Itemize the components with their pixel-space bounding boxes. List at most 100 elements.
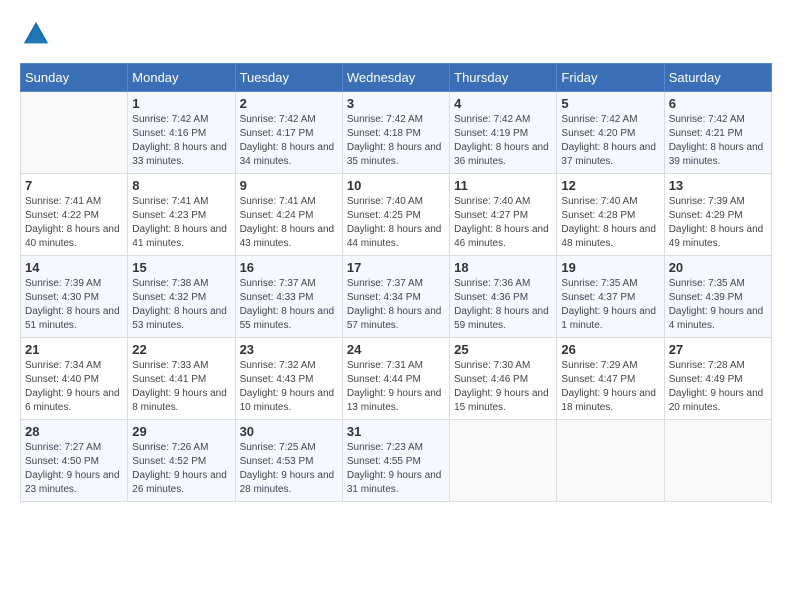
calendar-cell: 21 Sunrise: 7:34 AMSunset: 4:40 PMDaylig… (21, 338, 128, 420)
calendar-cell: 2 Sunrise: 7:42 AMSunset: 4:17 PMDayligh… (235, 92, 342, 174)
day-number: 3 (347, 96, 445, 111)
day-info: Sunrise: 7:38 AMSunset: 4:32 PMDaylight:… (132, 277, 230, 333)
day-info: Sunrise: 7:41 AMSunset: 4:22 PMDaylight:… (25, 195, 123, 251)
day-number: 8 (132, 178, 230, 193)
day-info: Sunrise: 7:40 AMSunset: 4:27 PMDaylight:… (454, 195, 552, 251)
calendar-cell: 18 Sunrise: 7:36 AMSunset: 4:36 PMDaylig… (450, 256, 557, 338)
calendar-cell: 20 Sunrise: 7:35 AMSunset: 4:39 PMDaylig… (664, 256, 771, 338)
calendar-week-row: 14 Sunrise: 7:39 AMSunset: 4:30 PMDaylig… (21, 256, 772, 338)
calendar-cell: 1 Sunrise: 7:42 AMSunset: 4:16 PMDayligh… (128, 92, 235, 174)
day-number: 19 (561, 260, 659, 275)
day-number: 25 (454, 342, 552, 357)
day-info: Sunrise: 7:35 AMSunset: 4:37 PMDaylight:… (561, 277, 659, 333)
calendar-week-row: 21 Sunrise: 7:34 AMSunset: 4:40 PMDaylig… (21, 338, 772, 420)
day-number: 24 (347, 342, 445, 357)
day-number: 23 (240, 342, 338, 357)
day-info: Sunrise: 7:23 AMSunset: 4:55 PMDaylight:… (347, 441, 445, 497)
calendar-cell: 22 Sunrise: 7:33 AMSunset: 4:41 PMDaylig… (128, 338, 235, 420)
day-info: Sunrise: 7:42 AMSunset: 4:19 PMDaylight:… (454, 113, 552, 169)
calendar-cell (450, 420, 557, 502)
calendar-cell: 4 Sunrise: 7:42 AMSunset: 4:19 PMDayligh… (450, 92, 557, 174)
day-number: 28 (25, 424, 123, 439)
day-info: Sunrise: 7:36 AMSunset: 4:36 PMDaylight:… (454, 277, 552, 333)
calendar-cell: 26 Sunrise: 7:29 AMSunset: 4:47 PMDaylig… (557, 338, 664, 420)
calendar-cell: 13 Sunrise: 7:39 AMSunset: 4:29 PMDaylig… (664, 174, 771, 256)
day-info: Sunrise: 7:27 AMSunset: 4:50 PMDaylight:… (25, 441, 123, 497)
day-info: Sunrise: 7:29 AMSunset: 4:47 PMDaylight:… (561, 359, 659, 415)
calendar-cell: 10 Sunrise: 7:40 AMSunset: 4:25 PMDaylig… (342, 174, 449, 256)
day-header-friday: Friday (557, 64, 664, 92)
calendar-cell: 14 Sunrise: 7:39 AMSunset: 4:30 PMDaylig… (21, 256, 128, 338)
day-number: 30 (240, 424, 338, 439)
day-number: 26 (561, 342, 659, 357)
calendar-cell (557, 420, 664, 502)
calendar-cell: 30 Sunrise: 7:25 AMSunset: 4:53 PMDaylig… (235, 420, 342, 502)
day-info: Sunrise: 7:39 AMSunset: 4:30 PMDaylight:… (25, 277, 123, 333)
day-number: 11 (454, 178, 552, 193)
day-info: Sunrise: 7:42 AMSunset: 4:18 PMDaylight:… (347, 113, 445, 169)
calendar-cell: 8 Sunrise: 7:41 AMSunset: 4:23 PMDayligh… (128, 174, 235, 256)
day-info: Sunrise: 7:40 AMSunset: 4:25 PMDaylight:… (347, 195, 445, 251)
day-info: Sunrise: 7:31 AMSunset: 4:44 PMDaylight:… (347, 359, 445, 415)
calendar-table: SundayMondayTuesdayWednesdayThursdayFrid… (20, 63, 772, 502)
day-header-wednesday: Wednesday (342, 64, 449, 92)
calendar-cell: 11 Sunrise: 7:40 AMSunset: 4:27 PMDaylig… (450, 174, 557, 256)
day-info: Sunrise: 7:25 AMSunset: 4:53 PMDaylight:… (240, 441, 338, 497)
day-info: Sunrise: 7:33 AMSunset: 4:41 PMDaylight:… (132, 359, 230, 415)
calendar-cell: 19 Sunrise: 7:35 AMSunset: 4:37 PMDaylig… (557, 256, 664, 338)
day-info: Sunrise: 7:35 AMSunset: 4:39 PMDaylight:… (669, 277, 767, 333)
calendar-cell: 17 Sunrise: 7:37 AMSunset: 4:34 PMDaylig… (342, 256, 449, 338)
day-header-thursday: Thursday (450, 64, 557, 92)
day-header-saturday: Saturday (664, 64, 771, 92)
day-number: 10 (347, 178, 445, 193)
day-number: 27 (669, 342, 767, 357)
calendar-cell: 15 Sunrise: 7:38 AMSunset: 4:32 PMDaylig… (128, 256, 235, 338)
day-number: 22 (132, 342, 230, 357)
day-info: Sunrise: 7:37 AMSunset: 4:34 PMDaylight:… (347, 277, 445, 333)
calendar-cell (21, 92, 128, 174)
day-number: 4 (454, 96, 552, 111)
day-number: 7 (25, 178, 123, 193)
day-info: Sunrise: 7:34 AMSunset: 4:40 PMDaylight:… (25, 359, 123, 415)
day-number: 17 (347, 260, 445, 275)
day-number: 29 (132, 424, 230, 439)
day-number: 2 (240, 96, 338, 111)
calendar-cell: 12 Sunrise: 7:40 AMSunset: 4:28 PMDaylig… (557, 174, 664, 256)
day-number: 16 (240, 260, 338, 275)
calendar-cell: 28 Sunrise: 7:27 AMSunset: 4:50 PMDaylig… (21, 420, 128, 502)
calendar-cell (664, 420, 771, 502)
calendar-cell: 6 Sunrise: 7:42 AMSunset: 4:21 PMDayligh… (664, 92, 771, 174)
day-info: Sunrise: 7:37 AMSunset: 4:33 PMDaylight:… (240, 277, 338, 333)
calendar-cell: 16 Sunrise: 7:37 AMSunset: 4:33 PMDaylig… (235, 256, 342, 338)
day-info: Sunrise: 7:26 AMSunset: 4:52 PMDaylight:… (132, 441, 230, 497)
page-header (20, 20, 772, 53)
calendar-cell: 3 Sunrise: 7:42 AMSunset: 4:18 PMDayligh… (342, 92, 449, 174)
day-number: 5 (561, 96, 659, 111)
calendar-cell: 9 Sunrise: 7:41 AMSunset: 4:24 PMDayligh… (235, 174, 342, 256)
day-info: Sunrise: 7:41 AMSunset: 4:23 PMDaylight:… (132, 195, 230, 251)
calendar-cell: 24 Sunrise: 7:31 AMSunset: 4:44 PMDaylig… (342, 338, 449, 420)
calendar-cell: 25 Sunrise: 7:30 AMSunset: 4:46 PMDaylig… (450, 338, 557, 420)
day-info: Sunrise: 7:28 AMSunset: 4:49 PMDaylight:… (669, 359, 767, 415)
day-info: Sunrise: 7:42 AMSunset: 4:20 PMDaylight:… (561, 113, 659, 169)
calendar-week-row: 28 Sunrise: 7:27 AMSunset: 4:50 PMDaylig… (21, 420, 772, 502)
day-info: Sunrise: 7:40 AMSunset: 4:28 PMDaylight:… (561, 195, 659, 251)
day-header-monday: Monday (128, 64, 235, 92)
calendar-cell: 5 Sunrise: 7:42 AMSunset: 4:20 PMDayligh… (557, 92, 664, 174)
day-header-sunday: Sunday (21, 64, 128, 92)
day-number: 1 (132, 96, 230, 111)
day-number: 14 (25, 260, 123, 275)
logo-icon (22, 20, 50, 48)
day-number: 6 (669, 96, 767, 111)
day-info: Sunrise: 7:41 AMSunset: 4:24 PMDaylight:… (240, 195, 338, 251)
calendar-cell: 31 Sunrise: 7:23 AMSunset: 4:55 PMDaylig… (342, 420, 449, 502)
day-number: 13 (669, 178, 767, 193)
day-info: Sunrise: 7:42 AMSunset: 4:16 PMDaylight:… (132, 113, 230, 169)
calendar-cell: 7 Sunrise: 7:41 AMSunset: 4:22 PMDayligh… (21, 174, 128, 256)
day-number: 31 (347, 424, 445, 439)
logo (20, 20, 50, 53)
day-number: 20 (669, 260, 767, 275)
day-info: Sunrise: 7:42 AMSunset: 4:21 PMDaylight:… (669, 113, 767, 169)
day-number: 18 (454, 260, 552, 275)
day-info: Sunrise: 7:32 AMSunset: 4:43 PMDaylight:… (240, 359, 338, 415)
